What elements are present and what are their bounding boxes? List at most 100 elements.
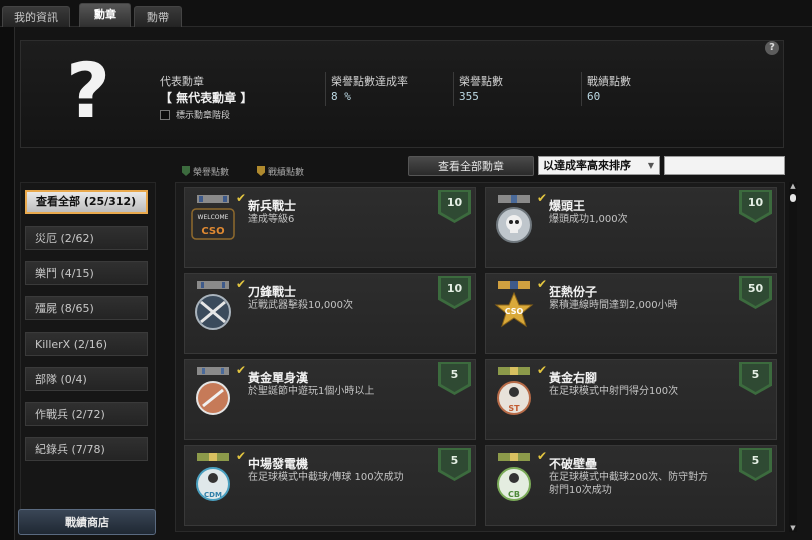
medal-icon: WELCOME CSO xyxy=(191,195,235,240)
soccer-ball-medal-icon: ST xyxy=(497,367,531,415)
scroll-up-icon[interactable]: ▲ xyxy=(789,182,797,190)
rep-medal-label: 代表勳章 xyxy=(160,75,204,88)
medal-desc: 近戰武器擊殺10,000次 xyxy=(248,300,353,311)
category-all[interactable]: 查看全部 (25/312) xyxy=(25,190,148,214)
legend-honor: 榮譽點數 xyxy=(182,166,229,178)
honor-points-value: 5 xyxy=(441,364,468,392)
medal-badge-text: ST xyxy=(508,404,520,413)
category-squad[interactable]: 部隊 (0/4) xyxy=(25,367,148,391)
representative-medal-placeholder: ? xyxy=(65,46,111,135)
honor-points-badge: 50 xyxy=(739,276,772,309)
medal-desc: 達成等級6 xyxy=(248,214,295,225)
category-fun[interactable]: 樂鬥 (4/15) xyxy=(25,261,148,285)
honor-points-value: 5 xyxy=(742,450,769,478)
battle-points-value: 60 xyxy=(587,90,601,103)
medal-card[interactable]: ✔ 黃金單身漢 於聖誕節中遊玩1個小時以上 5 xyxy=(184,359,476,440)
show-stage-checkbox[interactable] xyxy=(160,110,170,120)
honor-points-value: 10 xyxy=(441,278,468,306)
chevron-down-icon: ▼ xyxy=(647,161,654,170)
tab-medals[interactable]: 勳章 xyxy=(79,3,131,28)
medal-badge-text: CDM xyxy=(204,491,222,499)
honor-points-badge: 10 xyxy=(438,190,471,223)
medal-desc: 於聖誕節中遊玩1個小時以上 xyxy=(248,386,375,397)
medal-badge-text: CSO xyxy=(201,226,224,237)
medal-name: 刀鋒戰士 xyxy=(248,285,297,299)
sort-select-value: 以達成率高來排序 xyxy=(543,159,631,172)
medal-info-panel xyxy=(20,40,784,148)
view-all-medals-button[interactable]: 查看全部勳章 xyxy=(408,156,534,176)
medal-name: 狂熱份子 xyxy=(549,285,598,299)
medal-grid-scrollbar[interactable]: ▲ ▼ xyxy=(789,182,797,532)
category-combat[interactable]: 作戰兵 (2/72) xyxy=(25,402,148,426)
medal-desc: 在足球模式中截球200次、防守對方射門10次成功 xyxy=(549,472,709,496)
skull-medal-icon xyxy=(496,195,532,243)
medal-name: 黃金右腳 xyxy=(549,371,598,385)
legend-battle-label: 戰績點數 xyxy=(268,168,305,178)
gold-medal-icon xyxy=(196,367,230,415)
honor-points-label: 榮譽點數 xyxy=(459,75,503,88)
tab-ribbons[interactable]: 勳帶 xyxy=(134,6,182,27)
medal-desc: 在足球模式中截球/傳球 100次成功 xyxy=(248,472,404,483)
earned-check-icon: ✔ xyxy=(537,449,548,463)
category-record[interactable]: 紀錄兵 (7/78) xyxy=(25,437,148,461)
tab-my-info[interactable]: 我的資訊 xyxy=(2,6,70,27)
scroll-thumb[interactable] xyxy=(790,194,796,202)
medal-desc: 在足球模式中射門得分100次 xyxy=(549,386,679,397)
soccer-ball-medal-icon: CB xyxy=(497,453,531,501)
medal-name: 黃金單身漢 xyxy=(248,371,309,385)
rep-medal-value: 【 無代表勳章 】 xyxy=(160,91,253,105)
legend-battle: 戰績點數 xyxy=(257,166,304,178)
battle-points-label: 戰績點數 xyxy=(587,75,631,88)
honor-points-badge: 5 xyxy=(739,448,772,481)
divider xyxy=(581,72,582,106)
show-stage-label: 標示勳章階段 xyxy=(176,111,231,121)
medal-name: 不破壁壘 xyxy=(549,457,598,471)
medal-card[interactable]: WELCOME CSO ✔ 新兵戰士 達成等級6 10 xyxy=(184,187,476,268)
medal-card[interactable]: CDM ✔ 中場發電機 在足球模式中截球/傳球 100次成功 5 xyxy=(184,445,476,526)
soccer-ball-medal-icon: CDM xyxy=(196,453,230,501)
divider xyxy=(325,72,326,106)
honor-rate-value: 8 % xyxy=(331,90,351,103)
medal-card[interactable]: CSO ✔ 狂熱份子 累積連線時間達到2,000小時 50 xyxy=(485,273,777,354)
honor-points-value: 5 xyxy=(441,450,468,478)
medal-name: 中場發電機 xyxy=(248,457,309,471)
medal-name: 新兵戰士 xyxy=(248,199,297,213)
medal-desc: 爆頭成功1,000次 xyxy=(549,214,628,225)
earned-check-icon: ✔ xyxy=(236,191,247,205)
divider xyxy=(453,72,454,106)
medal-ribbon-text: WELCOME xyxy=(198,214,229,221)
medal-card[interactable]: ✔ 爆頭王 爆頭成功1,000次 10 xyxy=(485,187,777,268)
earned-check-icon: ✔ xyxy=(236,363,247,377)
earned-check-icon: ✔ xyxy=(236,277,247,291)
medal-name: 爆頭王 xyxy=(549,199,586,213)
category-zombie[interactable]: 殭屍 (8/65) xyxy=(25,296,148,320)
earned-check-icon: ✔ xyxy=(537,191,548,205)
tab-bar: 我的資訊 勳章 勳帶 xyxy=(0,0,812,28)
scroll-down-icon[interactable]: ▼ xyxy=(789,524,797,532)
earned-check-icon: ✔ xyxy=(537,363,548,377)
battle-shop-button[interactable]: 戰績商店 xyxy=(18,509,156,535)
star-medal-icon: CSO xyxy=(494,281,534,328)
honor-points-value: 10 xyxy=(742,192,769,220)
help-icon[interactable]: ? xyxy=(765,41,779,55)
medal-badge-text: CB xyxy=(508,490,520,499)
shield-icon xyxy=(182,166,190,176)
honor-points-value: 5 xyxy=(742,364,769,392)
sort-select[interactable]: 以達成率高來排序 ▼ xyxy=(538,156,660,175)
medal-desc: 累積連線時間達到2,000小時 xyxy=(549,300,678,311)
honor-points-value: 50 xyxy=(742,278,769,306)
medal-card[interactable]: CB ✔ 不破壁壘 在足球模式中截球200次、防守對方射門10次成功 5 xyxy=(485,445,777,526)
category-disaster[interactable]: 災厄 (2/62) xyxy=(25,226,148,250)
honor-points-value: 10 xyxy=(441,192,468,220)
honor-points-badge: 5 xyxy=(438,448,471,481)
search-input[interactable] xyxy=(664,156,785,175)
category-killerx[interactable]: KillerX (2/16) xyxy=(25,332,148,356)
medal-badge-text: CSO xyxy=(505,307,524,316)
medal-card[interactable]: ✔ 刀鋒戰士 近戰武器擊殺10,000次 10 xyxy=(184,273,476,354)
shield-icon xyxy=(257,166,265,176)
honor-rate-label: 榮譽點數達成率 xyxy=(331,75,408,88)
medal-card[interactable]: ST ✔ 黃金右腳 在足球模式中射門得分100次 5 xyxy=(485,359,777,440)
honor-points-badge: 5 xyxy=(739,362,772,395)
crossed-knives-medal-icon xyxy=(195,281,231,330)
earned-check-icon: ✔ xyxy=(537,277,548,291)
